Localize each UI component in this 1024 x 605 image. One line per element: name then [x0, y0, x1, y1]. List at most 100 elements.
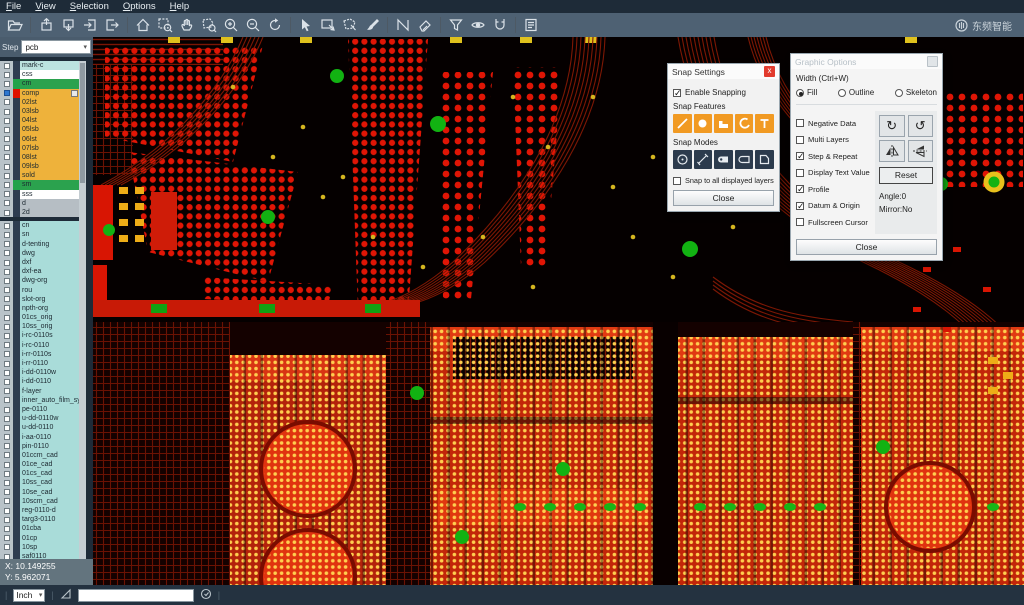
snap-pad-icon[interactable] — [694, 114, 713, 133]
graphic-option-row[interactable]: Negative Data — [796, 119, 870, 128]
snap-magnet-icon[interactable] — [489, 15, 511, 36]
layer-row[interactable]: 10se_cad — [0, 488, 79, 497]
snap-line-icon[interactable] — [673, 114, 692, 133]
import-down-icon[interactable] — [57, 15, 79, 36]
layer-row[interactable]: 01cs_orig — [0, 313, 79, 322]
graphic-close-button[interactable]: Close — [796, 239, 937, 255]
layer-row[interactable]: targ3-0110 — [0, 515, 79, 524]
step-select[interactable]: pcb ▾ — [21, 40, 91, 54]
layer-visibility-checkbox[interactable] — [0, 153, 13, 162]
layer-visibility-checkbox[interactable] — [0, 70, 13, 79]
graphic-option-checkbox[interactable] — [796, 202, 804, 210]
width-radio[interactable]: Skeleton — [895, 88, 937, 97]
layer-visibility-checkbox[interactable] — [0, 313, 13, 322]
layer-row[interactable]: css — [0, 70, 79, 79]
open-folder-icon[interactable] — [4, 15, 26, 36]
layer-row[interactable]: cm — [0, 79, 79, 88]
layer-visibility-checkbox[interactable] — [0, 61, 13, 70]
layer-visibility-checkbox[interactable] — [0, 331, 13, 340]
snap-all-layers-checkbox[interactable] — [673, 177, 681, 185]
layer-scrollbar[interactable] — [79, 61, 86, 559]
layer-row[interactable]: u-dd-0110w — [0, 414, 79, 423]
layer-visibility-checkbox[interactable] — [0, 221, 13, 230]
layer-row[interactable]: 2d — [0, 208, 79, 217]
polygon-icon[interactable] — [60, 588, 72, 602]
layer-scrollbar-thumb[interactable] — [80, 63, 85, 183]
rotate-cw-icon[interactable]: ↻ — [879, 115, 905, 137]
layer-visibility-checkbox[interactable] — [0, 515, 13, 524]
layer-row[interactable]: 05lsb — [0, 125, 79, 134]
menu-item[interactable]: Selection — [70, 1, 109, 12]
layer-row[interactable]: 06lst — [0, 135, 79, 144]
layer-visibility-checkbox[interactable] — [0, 451, 13, 460]
layer-row[interactable]: i-rr-0110s — [0, 350, 79, 359]
zoom-window-icon[interactable] — [154, 15, 176, 36]
layer-visibility-checkbox[interactable] — [0, 79, 13, 88]
layer-visibility-checkbox[interactable] — [0, 534, 13, 543]
snap-key-filled-icon[interactable] — [714, 150, 733, 169]
layer-row[interactable]: i-dd-0110 — [0, 377, 79, 386]
layer-visibility-checkbox[interactable] — [0, 405, 13, 414]
layer-visibility-checkbox[interactable] — [0, 478, 13, 487]
snap-contour-icon[interactable] — [755, 150, 774, 169]
layer-row[interactable]: 10ss_cad — [0, 478, 79, 487]
layer-row[interactable]: 09lsb — [0, 162, 79, 171]
snap-arc-icon[interactable] — [735, 114, 754, 133]
width-radio[interactable]: Fill — [796, 88, 817, 97]
layer-visibility-checkbox[interactable] — [0, 171, 13, 180]
graphic-option-checkbox[interactable] — [796, 185, 804, 193]
filter-funnel-icon[interactable] — [445, 15, 467, 36]
layer-visibility-checkbox[interactable] — [0, 116, 13, 125]
layer-row[interactable]: 08lst — [0, 153, 79, 162]
layer-visibility-checkbox[interactable] — [0, 208, 13, 217]
zoom-in-icon[interactable] — [220, 15, 242, 36]
mirror-vertical-icon[interactable] — [908, 140, 934, 162]
layer-row[interactable]: i-rr-0110 — [0, 359, 79, 368]
layer-visibility-checkbox[interactable] — [0, 469, 13, 478]
layer-row[interactable]: i-rc-0110s — [0, 331, 79, 340]
layer-row[interactable]: npth-org — [0, 304, 79, 313]
zoom-previous-icon[interactable] — [264, 15, 286, 36]
layer-row[interactable]: rou — [0, 286, 79, 295]
layer-row[interactable]: dwg-org — [0, 276, 79, 285]
layer-visibility-checkbox[interactable] — [0, 377, 13, 386]
layer-row[interactable]: sold — [0, 171, 79, 180]
graphic-option-row[interactable]: Profile — [796, 185, 870, 194]
layer-row[interactable]: comp — [0, 89, 79, 98]
layer-visibility-checkbox[interactable] — [0, 524, 13, 533]
graphic-option-checkbox[interactable] — [796, 218, 804, 226]
close-icon[interactable]: x — [764, 66, 775, 77]
layer-row[interactable]: dxf — [0, 258, 79, 267]
graphic-option-row[interactable]: Fullscreen Cursor — [796, 218, 870, 227]
layer-visibility-checkbox[interactable] — [0, 460, 13, 469]
graphic-option-checkbox[interactable] — [796, 136, 804, 144]
measure-icon[interactable] — [392, 15, 414, 36]
layer-eye-icon[interactable] — [467, 15, 489, 36]
layer-row[interactable]: 10sp — [0, 543, 79, 552]
layer-row[interactable]: cn — [0, 221, 79, 230]
layer-visibility-checkbox[interactable] — [0, 396, 13, 405]
layer-row[interactable]: 01ccm_cad — [0, 451, 79, 460]
layer-row[interactable]: slot-org — [0, 295, 79, 304]
layer-row[interactable]: sss — [0, 190, 79, 199]
select-polygon-icon[interactable] — [339, 15, 361, 36]
layer-row[interactable]: 01cp — [0, 534, 79, 543]
rotate-ccw-icon[interactable]: ↺ — [908, 115, 934, 137]
graphic-option-row[interactable]: Step & Repeat — [796, 152, 870, 161]
layer-visibility-checkbox[interactable] — [0, 433, 13, 442]
layer-visibility-checkbox[interactable] — [0, 144, 13, 153]
close-icon[interactable] — [927, 56, 938, 67]
layer-row[interactable]: d — [0, 199, 79, 208]
layer-row[interactable]: reg-0110-d — [0, 506, 79, 515]
layer-visibility-checkbox[interactable] — [0, 135, 13, 144]
sign-out-icon[interactable] — [101, 15, 123, 36]
layer-row[interactable]: 01ce_cad — [0, 460, 79, 469]
graphic-option-checkbox[interactable] — [796, 152, 804, 160]
layer-visibility-checkbox[interactable] — [0, 89, 13, 98]
layer-row[interactable]: u-dd-0110 — [0, 423, 79, 432]
layer-visibility-checkbox[interactable] — [0, 341, 13, 350]
brush-icon[interactable] — [361, 15, 383, 36]
snap-surface-icon[interactable] — [714, 114, 733, 133]
import-up-icon[interactable] — [35, 15, 57, 36]
layer-visibility-checkbox[interactable] — [0, 230, 13, 239]
